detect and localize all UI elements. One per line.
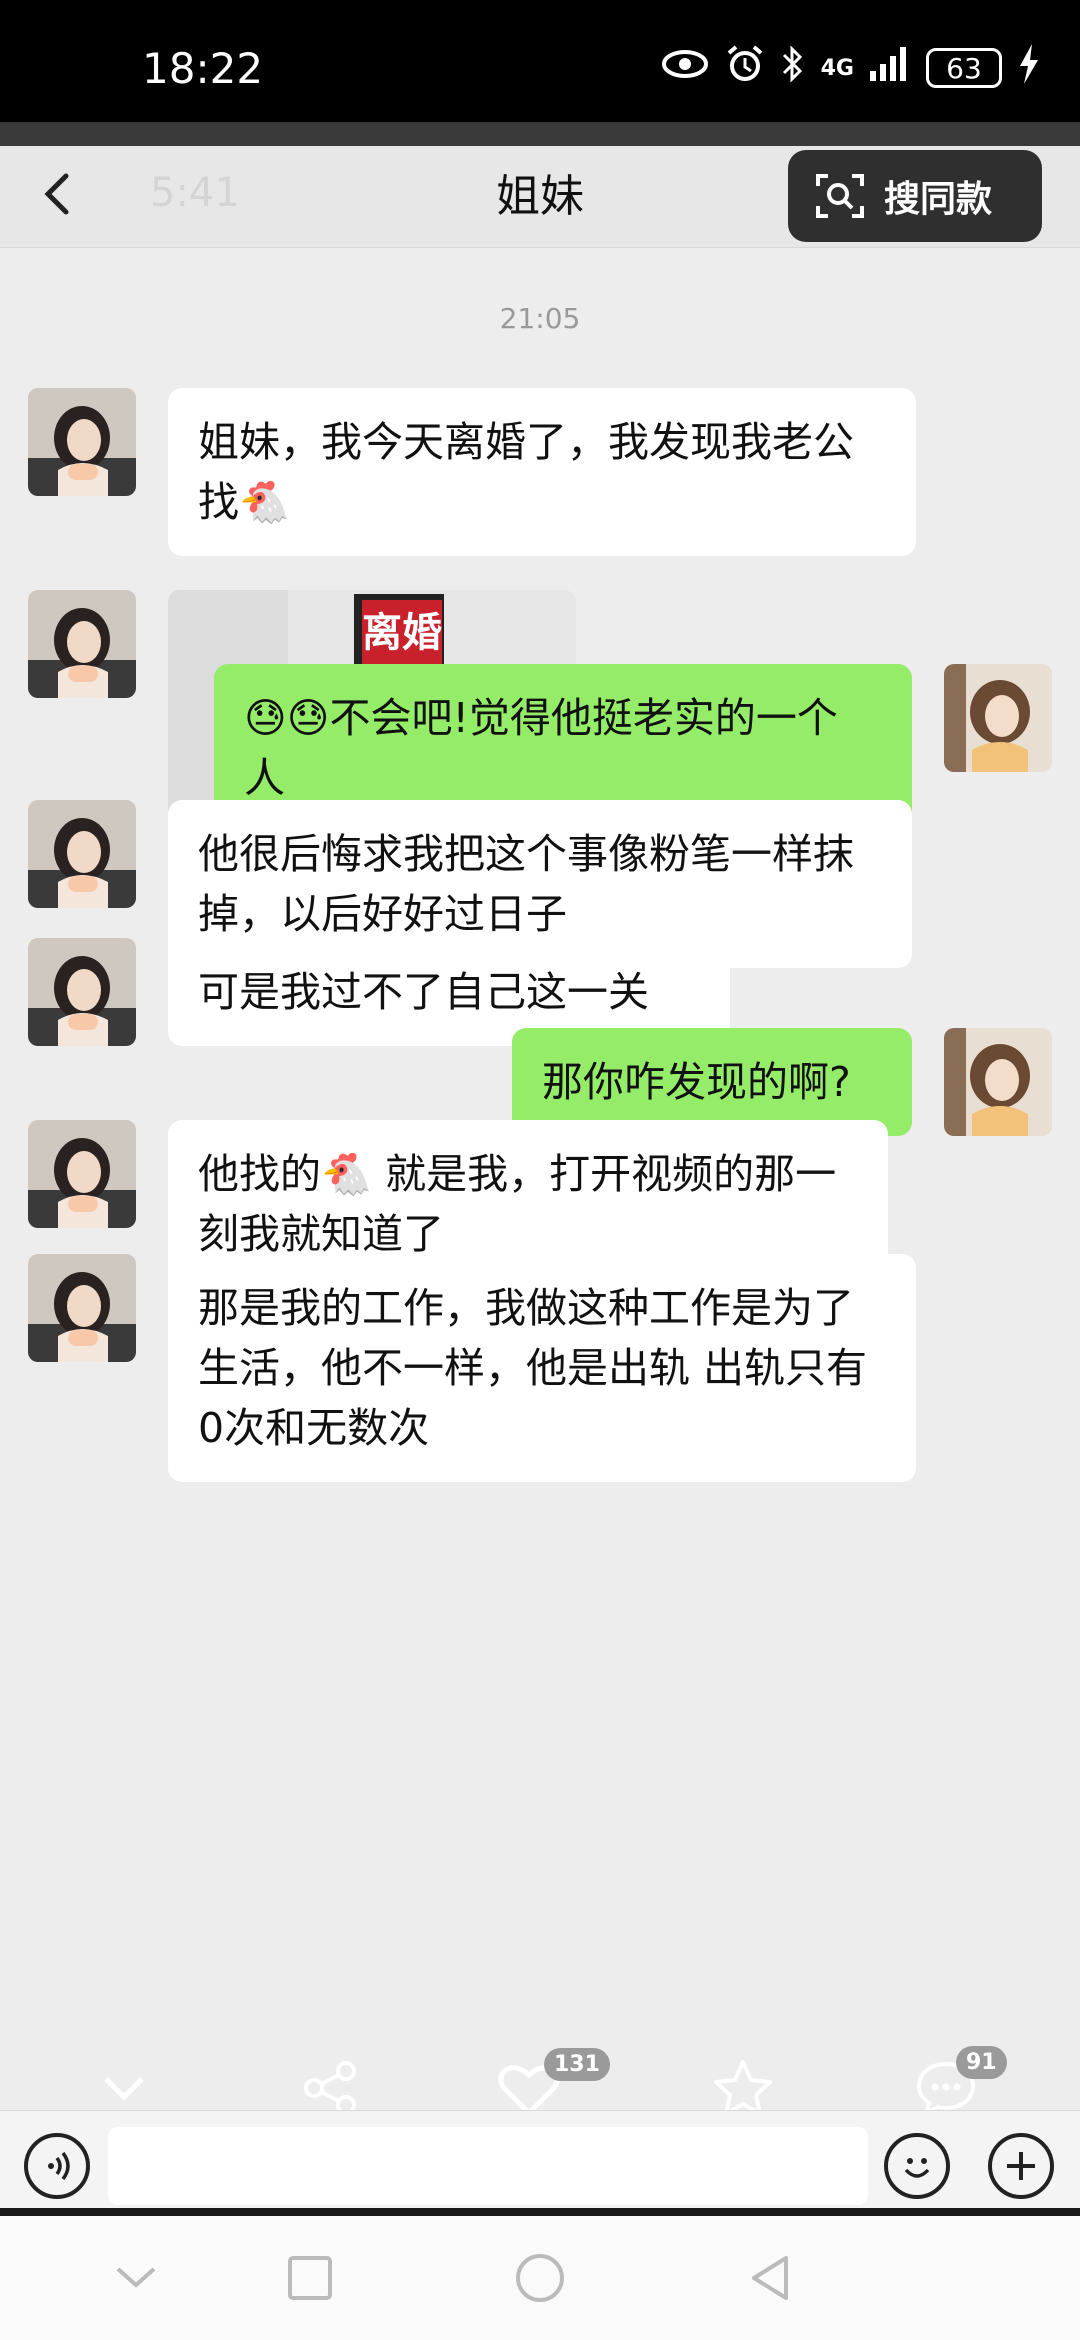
emoji-button[interactable]: [884, 2133, 950, 2199]
alarm-icon: [725, 44, 765, 93]
divider: [0, 2208, 1080, 2216]
triangle-back-icon: [752, 2256, 788, 2300]
scan-search-icon: [816, 174, 864, 218]
voice-button[interactable]: [24, 2133, 90, 2199]
comment-count: 91: [956, 2046, 1007, 2079]
avatar-friend[interactable]: [28, 800, 136, 908]
avatar-friend[interactable]: [28, 1254, 136, 1362]
chat-timestamp: 21:05: [499, 302, 581, 335]
voice-icon: [48, 2151, 70, 2181]
chevron-down-icon: [116, 2267, 156, 2288]
avatar-self[interactable]: [944, 664, 1052, 772]
battery-level: 63: [946, 51, 982, 85]
bluetooth-icon: [781, 44, 805, 93]
avatar-friend[interactable]: [28, 388, 136, 496]
network-label: 4G: [820, 55, 854, 81]
search-same-button[interactable]: 搜同款: [788, 150, 1042, 242]
avatar-self[interactable]: [944, 1028, 1052, 1136]
eye-icon: [661, 48, 709, 88]
nav-home-button[interactable]: [512, 2250, 568, 2306]
nav-recents-button[interactable]: [282, 2250, 338, 2306]
avatar-friend[interactable]: [28, 938, 136, 1046]
more-button[interactable]: [988, 2133, 1054, 2199]
signal-icon: [870, 46, 910, 90]
status-bar: 18:22 4G 63: [0, 0, 1080, 122]
search-same-label: 搜同款: [884, 179, 993, 220]
like-count: 131: [544, 2048, 610, 2081]
chevron-down-icon: [104, 2077, 144, 2101]
nav-back-button[interactable]: [742, 2250, 798, 2306]
battery-icon: 63: [926, 48, 1002, 88]
chat-header: 5:41 姐妹 搜同款: [0, 146, 1080, 248]
overlay-strip: [0, 122, 1080, 146]
star-icon: [714, 2060, 772, 2116]
input-toolbar: [0, 2110, 1080, 2216]
message-input[interactable]: [108, 2127, 868, 2205]
status-icons: 4G 63: [661, 43, 1040, 93]
avatar-friend[interactable]: [28, 1120, 136, 1228]
sign-text-line1: 离婚: [362, 610, 442, 656]
chat-area: 21:05 姐妹，我今天离婚了，我发现我老公找🐔 ← 离婚 登记: [0, 248, 1080, 2108]
share-icon: [304, 2061, 356, 2115]
square-icon: [288, 2256, 332, 2300]
message-bubble-incoming[interactable]: 姐妹，我今天离婚了，我发现我老公找🐔: [168, 388, 916, 556]
plus-icon: [1007, 2152, 1035, 2180]
status-time: 18:22: [142, 44, 264, 93]
emoji-icon: [904, 2158, 930, 2178]
system-nav-bar: [0, 2216, 1080, 2340]
circle-icon: [516, 2254, 564, 2302]
avatar-friend[interactable]: [28, 590, 136, 698]
nav-collapse-button[interactable]: [108, 2250, 164, 2306]
message-bubble-incoming[interactable]: 那是我的工作，我做这种工作是为了生活，他不一样，他是出轨 出轨只有0次和无数次: [168, 1254, 916, 1482]
charging-icon: [1018, 43, 1040, 93]
